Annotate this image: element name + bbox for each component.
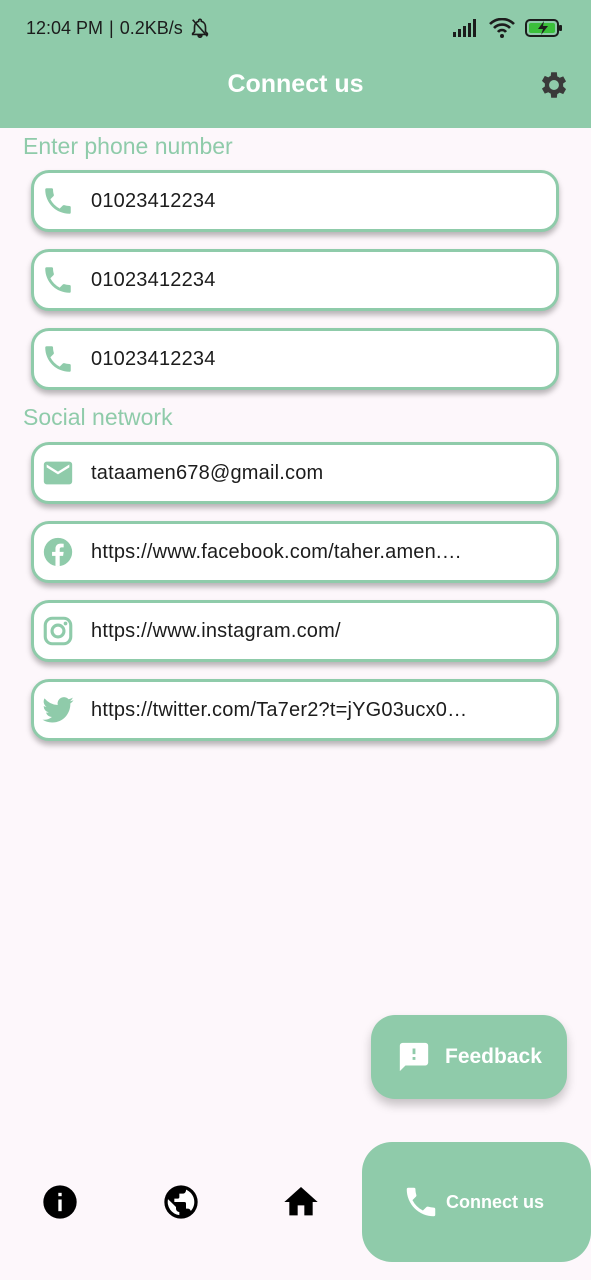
nav-connect-us[interactable]: Connect us bbox=[362, 1142, 591, 1262]
instagram-value: https://www.instagram.com/ bbox=[91, 619, 341, 642]
feedback-label: Feedback bbox=[445, 1045, 542, 1068]
status-time: 12:04 PM bbox=[26, 17, 104, 38]
facebook-icon bbox=[43, 537, 73, 567]
instagram-field[interactable]: https://www.instagram.com/ bbox=[31, 600, 559, 662]
phone-number: 01023412234 bbox=[91, 347, 216, 370]
phone-field-1[interactable]: 01023412234 bbox=[31, 170, 559, 232]
signal-icon bbox=[453, 19, 476, 37]
nav-info[interactable] bbox=[40, 1182, 80, 1222]
phone-field-2[interactable]: 01023412234 bbox=[31, 249, 559, 311]
phone-number: 01023412234 bbox=[91, 189, 216, 212]
wifi-icon bbox=[489, 18, 515, 38]
settings-button[interactable] bbox=[537, 68, 571, 102]
home-icon bbox=[284, 1187, 318, 1216]
nav-connect-us-label: Connect us bbox=[446, 1191, 545, 1212]
email-value: tataamen678@gmail.com bbox=[91, 461, 324, 484]
phone-icon bbox=[45, 267, 71, 293]
mail-icon bbox=[43, 461, 73, 485]
twitter-field[interactable]: https://twitter.com/Ta7er2?t=jYG03ucx0… bbox=[31, 679, 559, 741]
page-title: Connect us bbox=[227, 70, 364, 98]
phone-section-title: Enter phone number bbox=[23, 133, 233, 159]
top-bar: 12:04 PM | 0.2KB/s Connect us bbox=[0, 0, 591, 128]
social-section-title: Social network bbox=[23, 404, 173, 430]
twitter-value: https://twitter.com/Ta7er2?t=jYG03ucx0… bbox=[91, 698, 468, 721]
phone-icon bbox=[45, 188, 71, 214]
phone-field-3[interactable]: 01023412234 bbox=[31, 328, 559, 390]
facebook-field[interactable]: https://www.facebook.com/taher.amen.… bbox=[31, 521, 559, 583]
instagram-icon bbox=[43, 616, 73, 646]
feedback-button[interactable]: Feedback bbox=[371, 1015, 567, 1099]
phone-icon bbox=[406, 1187, 436, 1217]
battery-charging-icon bbox=[525, 19, 562, 37]
phone-icon bbox=[45, 346, 71, 372]
nav-home[interactable] bbox=[281, 1182, 321, 1222]
info-icon bbox=[43, 1185, 77, 1219]
email-field[interactable]: tataamen678@gmail.com bbox=[31, 442, 559, 504]
status-speed: 0.2KB/s bbox=[119, 17, 183, 38]
facebook-value: https://www.facebook.com/taher.amen.… bbox=[91, 540, 462, 563]
status-bar: 12:04 PM | 0.2KB/s bbox=[0, 0, 591, 56]
feedback-icon bbox=[399, 1042, 429, 1072]
status-separator: | bbox=[109, 17, 114, 38]
twitter-icon bbox=[42, 697, 74, 723]
globe-icon bbox=[164, 1185, 198, 1219]
gear-icon bbox=[541, 72, 567, 98]
bell-off-icon bbox=[191, 18, 208, 38]
phone-number: 01023412234 bbox=[91, 268, 216, 291]
nav-globe[interactable] bbox=[161, 1182, 201, 1222]
